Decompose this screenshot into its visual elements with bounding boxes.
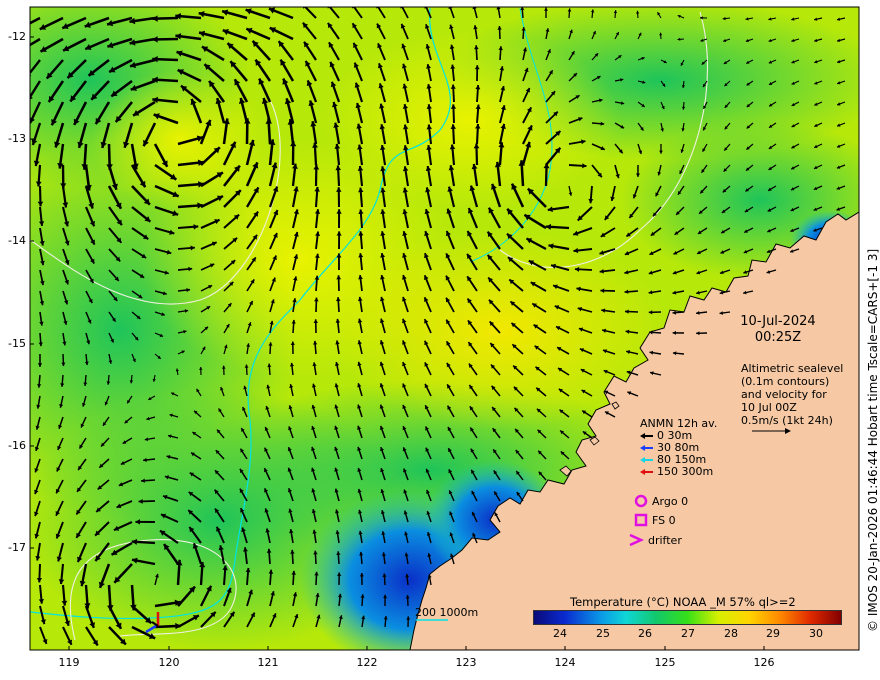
lon-tick-label: 121 — [257, 656, 279, 669]
chevron-right-icon — [629, 533, 644, 547]
lat-tick-label: -15 — [8, 337, 26, 350]
lat-tick-label: -14 — [8, 234, 26, 247]
altimetry-line: (0.1m contours) — [741, 375, 830, 388]
lat-tick-label: -13 — [8, 132, 26, 145]
copyright-caption: © IMOS 20-Jan-2026 01:46:44 Hobart time … — [866, 248, 880, 632]
colorbar-tick: 30 — [809, 627, 823, 640]
drifter-legend: drifter — [628, 533, 682, 547]
legend-entry: 150 300m — [640, 466, 717, 478]
time-label: 00:25Z — [754, 330, 802, 345]
arrow-icon — [640, 457, 653, 463]
lat-tick-label: -12 — [8, 30, 26, 43]
lon-tick-label: 122 — [356, 656, 378, 669]
altimetry-line: 0.5m/s (1kt 24h) — [741, 414, 833, 427]
fs-legend: FS 0 — [634, 513, 676, 527]
colorbar-tick: 27 — [681, 627, 695, 640]
fs-label: FS 0 — [652, 513, 676, 527]
lat-tick-label: -17 — [8, 541, 26, 554]
colorbar — [533, 610, 842, 625]
square-icon — [634, 513, 648, 527]
arrow-icon — [640, 433, 653, 439]
lon-tick-label: 119 — [58, 656, 80, 669]
drifter-label: drifter — [648, 533, 682, 547]
velocity-arrowhead — [18, 47, 24, 53]
lon-tick-label: 123 — [455, 656, 477, 669]
lon-tick-label: 126 — [753, 656, 775, 669]
colorbar-tick: 25 — [596, 627, 610, 640]
colorbar-tick: 28 — [724, 627, 738, 640]
colorbar-tick: 26 — [638, 627, 652, 640]
altimetry-line: Altimetric sealevel — [741, 362, 844, 375]
lon-tick-label: 124 — [554, 656, 576, 669]
lat-tick-label: -16 — [8, 439, 26, 452]
date-time-block: 10-Jul-2024 00:25Z — [722, 314, 834, 346]
lon-tick-label: 125 — [654, 656, 676, 669]
date-label: 10-Jul-2024 — [740, 314, 816, 329]
arrow-icon — [640, 445, 653, 451]
circle-icon — [634, 494, 648, 508]
arrow-icon — [640, 469, 653, 475]
colorbar-tick: 24 — [553, 627, 567, 640]
argo-label: Argo 0 — [652, 494, 689, 508]
anmn-legend: ANMN 12h av. 0 30m 30 80m 80 150m 150 30… — [640, 418, 717, 478]
legend-label: 150 300m — [657, 465, 714, 478]
colorbar-title: Temperature (°C) NOAA _M 57% ql>=2 — [570, 595, 796, 609]
argo-legend: Argo 0 — [634, 494, 688, 508]
altimetry-description: Altimetric sealevel (0.1m contours) and … — [741, 362, 843, 427]
altimetry-line: 10 Jul 00Z — [741, 401, 797, 414]
lon-tick-label: 120 — [158, 656, 180, 669]
colorbar-tick: 29 — [766, 627, 780, 640]
depth-scale-label: 200 1000m — [415, 606, 479, 619]
altimetry-line: and velocity for — [741, 388, 827, 401]
